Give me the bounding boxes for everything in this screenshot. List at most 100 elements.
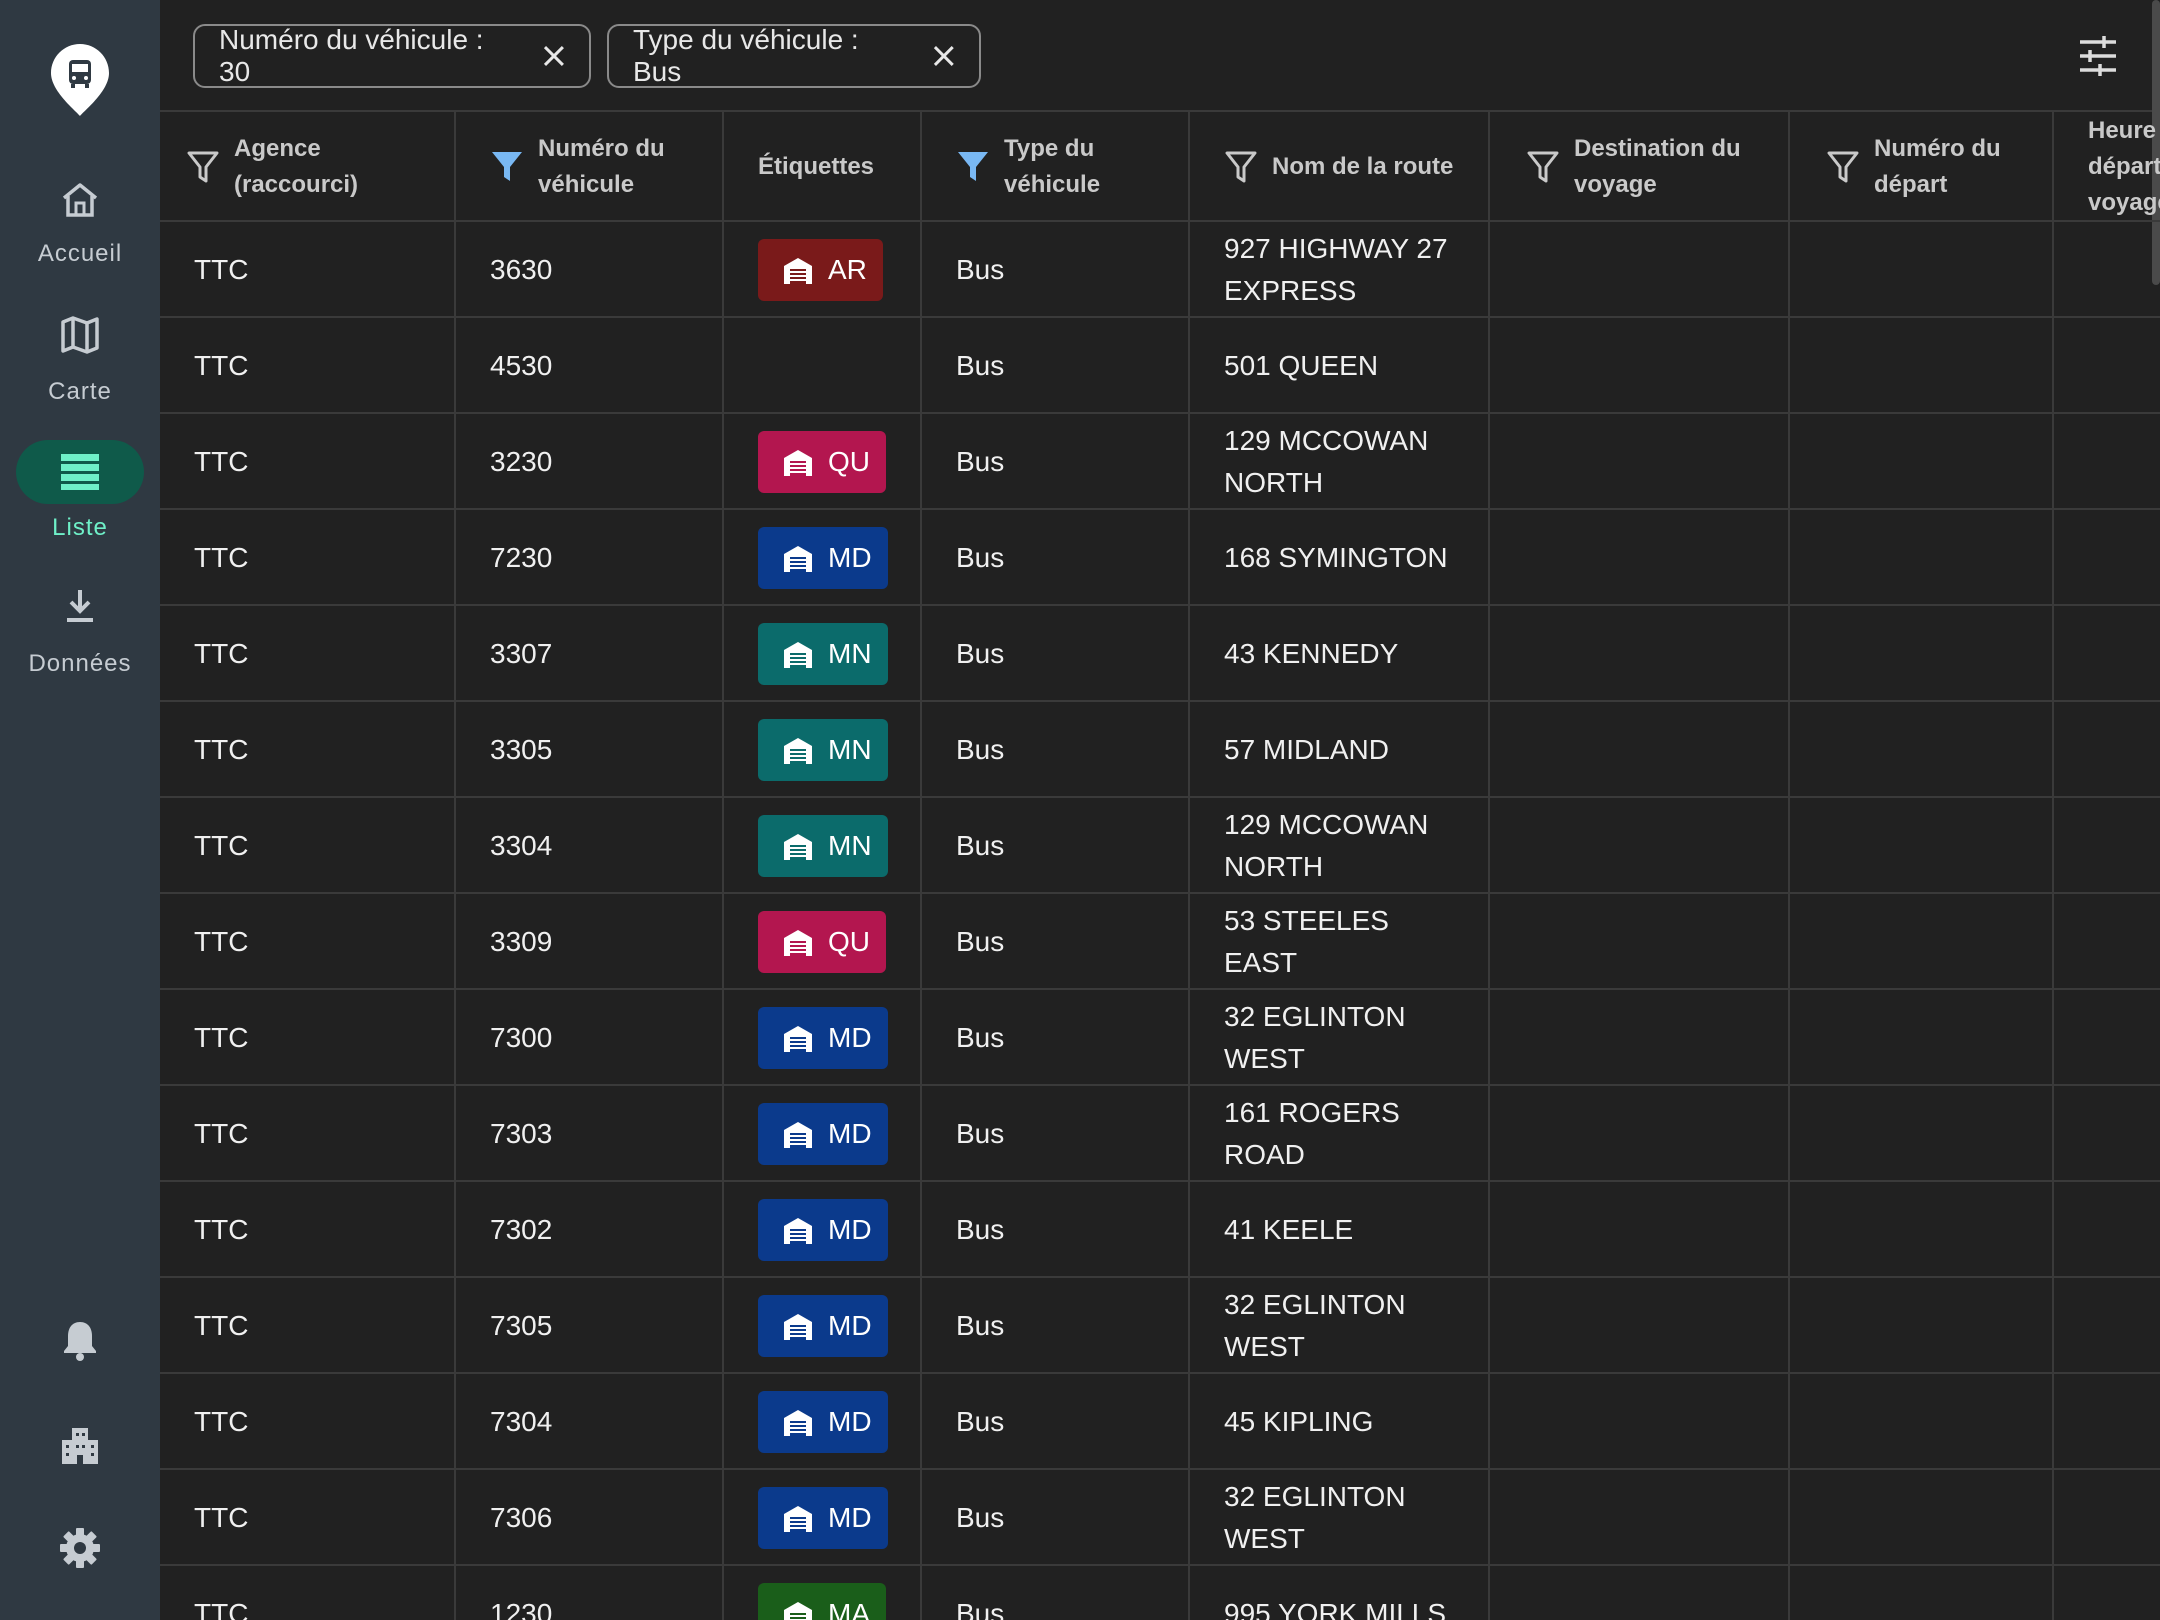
cell-vehicle-number: 7230 (456, 510, 724, 606)
cell-tags: MD (724, 990, 922, 1086)
bus-location-logo-icon[interactable] (51, 44, 109, 116)
cell-route-name: 161 ROGERS ROAD (1190, 1086, 1490, 1182)
nav-accueil[interactable]: Accueil (0, 176, 160, 276)
cell-departure-time (2054, 318, 2160, 414)
garage-tag-badge[interactable]: MD (758, 1199, 888, 1261)
tag-label: MA (828, 1598, 870, 1620)
table-row[interactable]: TTC 7303 MD Bus 161 ROGERS ROAD (160, 1086, 2160, 1182)
filter-chip-vehicle-number[interactable]: Numéro du véhicule : 30 (193, 24, 591, 88)
nav-liste[interactable]: Liste (0, 440, 160, 550)
filter-active-icon[interactable] (956, 149, 990, 185)
column-header-departure-time[interactable]: Heure départ voyage (2054, 112, 2160, 222)
garage-tag-badge[interactable]: MD (758, 1295, 888, 1357)
nav-donnees[interactable]: Données (0, 586, 160, 686)
cell-departure-time (2054, 1374, 2160, 1470)
cell-trip-destination (1490, 1086, 1790, 1182)
cell-text: 7300 (490, 1022, 553, 1053)
cell-text: TTC (194, 1214, 249, 1245)
filter-icon[interactable] (1224, 149, 1258, 185)
garage-icon (784, 1026, 812, 1052)
garage-tag-badge[interactable]: MN (758, 719, 888, 781)
map-icon (61, 316, 99, 354)
nav-label: Accueil (37, 240, 123, 267)
garage-tag-badge[interactable]: MD (758, 1487, 888, 1549)
garage-tag-badge[interactable]: MD (758, 527, 888, 589)
column-header-route-name[interactable]: Nom de la route (1190, 112, 1490, 222)
cell-departure-number (1790, 414, 2054, 510)
table-row[interactable]: TTC 3307 MN Bus 43 KENNEDY (160, 606, 2160, 702)
nav-carte[interactable]: Carte (0, 312, 160, 412)
gear-icon[interactable] (56, 1524, 104, 1572)
garage-tag-badge[interactable]: MD (758, 1391, 888, 1453)
cell-text: TTC (194, 446, 249, 477)
cell-text: 43 KENNEDY (1224, 638, 1399, 669)
column-header-vehicle-number[interactable]: Numéro du véhicule (456, 112, 724, 222)
garage-tag-badge[interactable]: QU (758, 431, 886, 493)
garage-tag-badge[interactable]: QU (758, 911, 886, 973)
cell-route-name: 45 KIPLING (1190, 1374, 1490, 1470)
garage-tag-badge[interactable]: MN (758, 623, 888, 685)
filter-icon[interactable] (1526, 149, 1560, 185)
table-row[interactable]: TTC 3230 QU Bus 129 MCCOWAN NORTH (160, 414, 2160, 510)
download-icon (67, 590, 93, 622)
garage-tag-badge[interactable]: MD (758, 1007, 888, 1069)
cell-text: 3307 (490, 638, 553, 669)
table-row[interactable]: TTC 3309 QU Bus 53 STEELES EAST (160, 894, 2160, 990)
close-icon[interactable] (929, 41, 959, 71)
table-row[interactable]: TTC 3305 MN Bus 57 MIDLAND (160, 702, 2160, 798)
garage-tag-badge[interactable]: MD (758, 1103, 888, 1165)
cell-departure-number (1790, 702, 2054, 798)
table-row[interactable]: TTC 7304 MD Bus 45 KIPLING (160, 1374, 2160, 1470)
cell-trip-destination (1490, 510, 1790, 606)
cell-vehicle-type: Bus (922, 414, 1190, 510)
column-header-tags[interactable]: Étiquettes (724, 112, 922, 222)
table-row[interactable]: TTC 3630 AR Bus 927 HIGHWAY 27 EXPRESS (160, 222, 2160, 318)
column-header-vehicle-type[interactable]: Type du véhicule (922, 112, 1190, 222)
cell-agency: TTC (160, 1566, 456, 1620)
garage-icon (784, 1122, 812, 1148)
cell-text: Bus (956, 1502, 1005, 1533)
table-row[interactable]: TTC 1230 MA Bus 995 YORK MILLS (160, 1566, 2160, 1620)
table-row[interactable]: TTC 7305 MD Bus 32 EGLINTON WEST (160, 1278, 2160, 1374)
cell-tags: AR (724, 222, 922, 318)
table-row[interactable]: TTC 7230 MD Bus 168 SYMINGTON (160, 510, 2160, 606)
cell-trip-destination (1490, 894, 1790, 990)
filter-chip-vehicle-type[interactable]: Type du véhicule : Bus (607, 24, 981, 88)
garage-icon (784, 738, 812, 764)
nav-label: Liste (52, 514, 108, 541)
cell-departure-time (2054, 702, 2160, 798)
cell-tags: MD (724, 1374, 922, 1470)
garage-icon (784, 642, 812, 668)
cell-departure-number (1790, 606, 2054, 702)
filter-active-icon[interactable] (490, 149, 524, 185)
home-icon (62, 183, 98, 217)
cell-agency: TTC (160, 990, 456, 1086)
cell-trip-destination (1490, 1278, 1790, 1374)
cell-text: TTC (194, 1598, 249, 1620)
table-row[interactable]: TTC 3304 MN Bus 129 MCCOWAN NORTH (160, 798, 2160, 894)
close-icon[interactable] (539, 41, 569, 71)
cell-vehicle-type: Bus (922, 894, 1190, 990)
table-row[interactable]: TTC 7302 MD Bus 41 KEELE (160, 1182, 2160, 1278)
cell-route-name: 32 EGLINTON WEST (1190, 990, 1490, 1086)
filter-icon[interactable] (186, 149, 220, 185)
cell-text: 7302 (490, 1214, 553, 1245)
cell-route-name: 43 KENNEDY (1190, 606, 1490, 702)
building-icon[interactable] (56, 1420, 104, 1468)
cell-vehicle-type: Bus (922, 1470, 1190, 1566)
garage-tag-badge[interactable]: MN (758, 815, 888, 877)
cell-departure-time (2054, 798, 2160, 894)
sidebar: Accueil Carte Liste Données (0, 0, 160, 1620)
table-row[interactable]: TTC 4530 Bus 501 QUEEN (160, 318, 2160, 414)
garage-tag-badge[interactable]: AR (758, 239, 883, 301)
garage-tag-badge[interactable]: MA (758, 1583, 886, 1620)
column-header-trip-destination[interactable]: Destination du voyage (1490, 112, 1790, 222)
table-row[interactable]: TTC 7306 MD Bus 32 EGLINTON WEST (160, 1470, 2160, 1566)
filter-icon[interactable] (1826, 149, 1860, 185)
table-row[interactable]: TTC 7300 MD Bus 32 EGLINTON WEST (160, 990, 2160, 1086)
tune-icon[interactable] (2076, 34, 2120, 78)
column-header-departure-number[interactable]: Numéro du départ (1790, 112, 2054, 222)
column-header-agency[interactable]: Agence (raccourci) (160, 112, 456, 222)
cell-departure-number (1790, 1182, 2054, 1278)
bell-icon[interactable] (56, 1316, 104, 1364)
